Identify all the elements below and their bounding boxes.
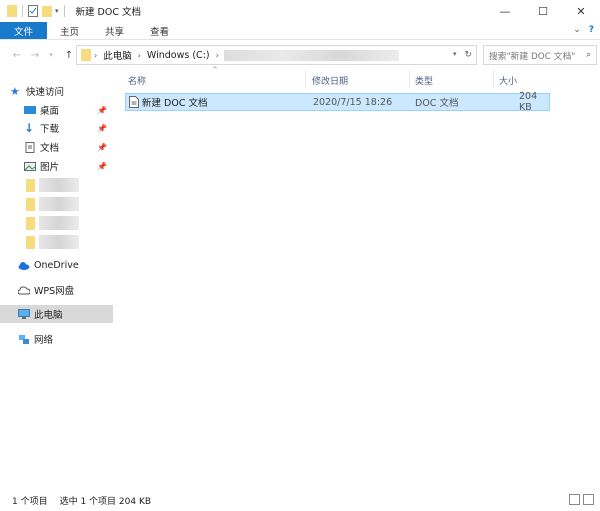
breadcrumb-windows-c[interactable]: Windows (C:): [144, 50, 213, 61]
sidebar-item-label: 图片: [40, 162, 60, 173]
forward-arrow-icon[interactable]: →: [28, 50, 42, 61]
properties-icon[interactable]: [28, 5, 38, 17]
sidebar-item-label: OneDrive: [34, 259, 79, 271]
desktop-icon: [24, 105, 36, 114]
document-icon: [25, 141, 35, 153]
chevron-right-icon[interactable]: ›: [213, 51, 222, 60]
blurred-path: [223, 49, 399, 61]
sidebar-item-network[interactable]: 网络: [18, 330, 113, 348]
table-row[interactable]: 新建 DOC 文档 2020/7/15 18:26 DOC 文档 204 KB: [125, 91, 550, 113]
picture-icon: [24, 161, 36, 171]
sidebar-item-label: 此电脑: [34, 310, 63, 321]
pin-icon[interactable]: 📌: [97, 124, 107, 133]
refresh-icon[interactable]: ↻: [464, 50, 472, 60]
tab-view[interactable]: 查看: [137, 22, 182, 39]
maximize-button[interactable]: ☐: [524, 0, 562, 22]
tab-share[interactable]: 共享: [92, 22, 137, 39]
sidebar-item-label: 下载: [40, 124, 60, 135]
blurred-folder-item[interactable]: [26, 196, 82, 212]
sidebar-item-label: 桌面: [40, 106, 60, 117]
selection-info: 选中 1 个项目 204 KB: [59, 496, 152, 507]
pin-icon[interactable]: 📌: [97, 106, 107, 115]
new-folder-icon[interactable]: [42, 5, 52, 17]
up-arrow-icon[interactable]: ↑: [62, 50, 76, 61]
star-icon: ★: [10, 84, 20, 98]
close-button[interactable]: ✕: [562, 0, 600, 22]
item-count: 1 个项目: [12, 496, 48, 507]
help-icon[interactable]: ?: [589, 25, 594, 35]
pin-icon[interactable]: 📌: [97, 162, 107, 171]
computer-icon: [18, 308, 30, 319]
cloud-icon: [18, 261, 30, 270]
tab-home[interactable]: 主页: [47, 22, 92, 39]
folder-icon: [26, 216, 35, 230]
file-list: ^ 名称 修改日期 类型 大小 新建 DOC 文档 2020/7/15 18:2…: [122, 66, 600, 482]
blurred-folder-item[interactable]: [26, 215, 82, 231]
sidebar-item-label: 文档: [40, 143, 60, 154]
wps-cloud-icon: [18, 285, 30, 294]
column-header-size[interactable]: 大小: [499, 74, 517, 88]
details-view-icon[interactable]: [569, 494, 580, 505]
pin-icon[interactable]: 📌: [97, 143, 107, 152]
folder-icon: [26, 178, 35, 192]
download-arrow-icon: ↓: [24, 120, 35, 135]
folder-icon: [26, 197, 35, 211]
window-title: 新建 DOC 文档: [75, 7, 141, 18]
title-bar: ▾ 新建 DOC 文档 — ☐ ✕: [0, 0, 600, 22]
address-row: ← → ▾ ↑ › 此电脑 › Windows (C:) › ▾ ↻ 搜索"新建…: [0, 44, 600, 66]
sidebar-item-downloads[interactable]: ↓ 下载 📌: [24, 119, 113, 137]
folder-icon: [7, 5, 17, 17]
chevron-right-icon[interactable]: ›: [135, 51, 144, 60]
column-header-type[interactable]: 类型: [415, 74, 433, 88]
column-divider[interactable]: [493, 70, 494, 88]
breadcrumb-this-pc[interactable]: 此电脑: [100, 48, 135, 62]
address-dropdown-icon[interactable]: ▾: [453, 50, 457, 60]
separator: [63, 5, 65, 17]
file-modified: 2020/7/15 18:26: [313, 96, 393, 108]
large-icons-view-icon[interactable]: [583, 494, 594, 505]
separator: [22, 5, 23, 17]
sidebar-item-quick-access[interactable]: ★ 快速访问: [10, 82, 123, 100]
folder-icon: [26, 235, 35, 249]
quick-access-dropdown-icon[interactable]: ▾: [55, 7, 59, 15]
sort-indicator-icon: ^: [212, 66, 218, 74]
sidebar-item-wps[interactable]: WPS网盘: [18, 281, 113, 299]
column-divider[interactable]: [409, 70, 410, 88]
sidebar-item-desktop[interactable]: 桌面 📌: [24, 101, 113, 119]
status-bar: 1 个项目 选中 1 个项目 204 KB: [0, 490, 600, 510]
sidebar-item-label: 网络: [34, 335, 54, 346]
expand-ribbon-icon[interactable]: ⌄: [573, 25, 581, 35]
file-size: 204 KB: [519, 91, 538, 113]
network-icon: [19, 334, 29, 344]
sidebar-item-onedrive[interactable]: OneDrive: [18, 256, 113, 274]
ribbon-tabs: 文件 主页 共享 查看 ⌄ ?: [0, 22, 600, 40]
search-icon[interactable]: ⌕: [586, 50, 591, 60]
blurred-folder-item[interactable]: [26, 234, 82, 250]
back-arrow-icon[interactable]: ←: [10, 50, 24, 61]
navigation-pane: ★ 快速访问 桌面 📌 ↓ 下载 📌 文档 📌 图片 📌 OneDrive WP…: [0, 70, 118, 482]
minimize-button[interactable]: —: [486, 0, 524, 22]
blurred-folder-item[interactable]: [26, 177, 82, 193]
search-placeholder: 搜索"新建 DOC 文档": [489, 51, 576, 62]
column-header-modified[interactable]: 修改日期: [312, 74, 348, 88]
chevron-right-icon[interactable]: ›: [91, 51, 100, 60]
tab-file[interactable]: 文件: [0, 22, 48, 39]
column-header-name[interactable]: 名称: [128, 74, 146, 88]
sidebar-item-label: 快速访问: [26, 87, 65, 98]
folder-icon: [81, 49, 91, 61]
doc-file-icon: [129, 96, 139, 108]
sidebar-item-documents[interactable]: 文档 📌: [24, 138, 113, 156]
file-type: DOC 文档: [415, 98, 459, 109]
sidebar-item-label: WPS网盘: [34, 286, 75, 297]
file-name: 新建 DOC 文档: [142, 98, 208, 109]
address-bar[interactable]: › 此电脑 › Windows (C:) › ▾ ↻: [76, 45, 477, 65]
column-divider[interactable]: [305, 70, 306, 88]
search-input[interactable]: 搜索"新建 DOC 文档" ⌕: [483, 45, 597, 65]
sidebar-item-pictures[interactable]: 图片 📌: [24, 157, 113, 175]
recent-locations-icon[interactable]: ▾: [44, 51, 58, 59]
sidebar-item-this-pc[interactable]: 此电脑: [0, 305, 113, 323]
